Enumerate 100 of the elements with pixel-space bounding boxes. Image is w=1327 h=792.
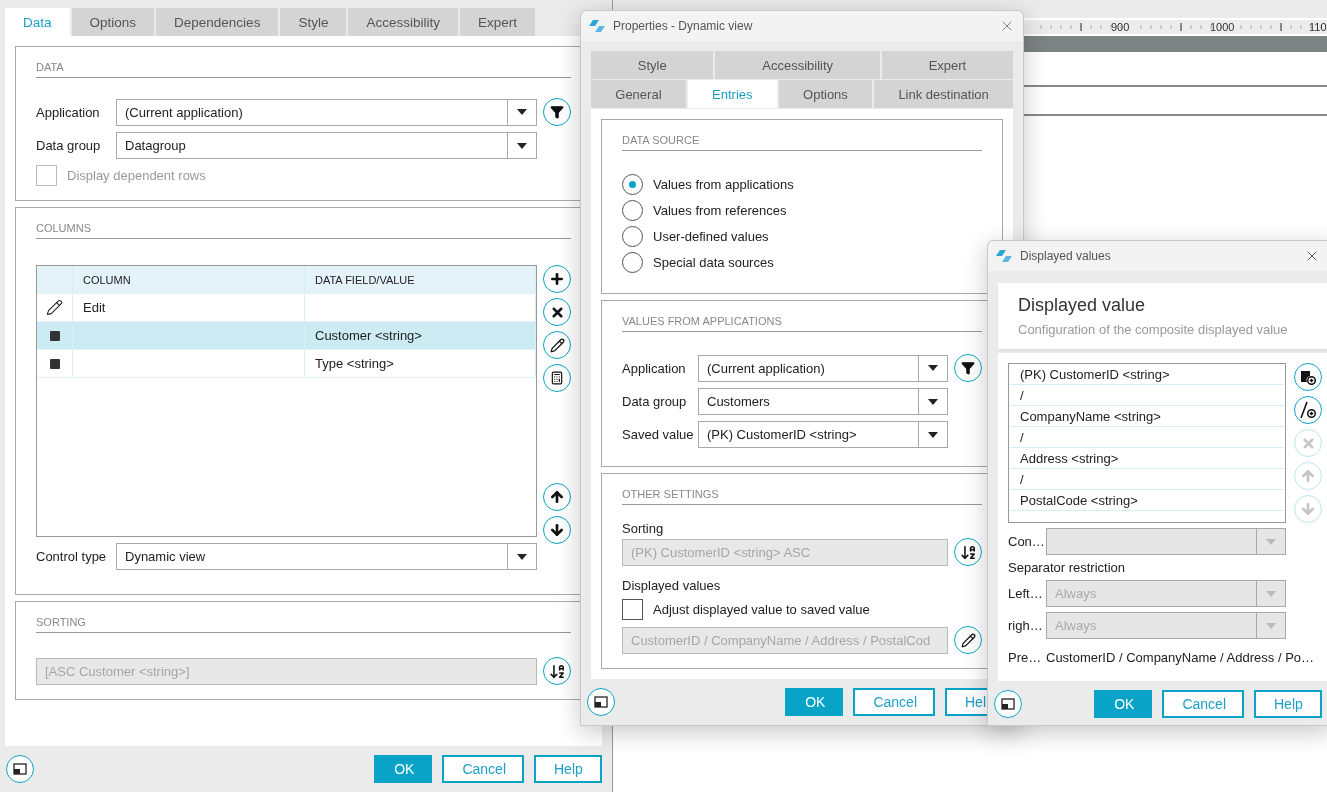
- window-title: Displayed values: [1020, 249, 1112, 263]
- sort-button[interactable]: [543, 657, 571, 685]
- tab[interactable]: Entries: [687, 80, 777, 108]
- tab[interactable]: Accessibility: [348, 8, 458, 36]
- pencil-icon: [549, 337, 565, 353]
- add-separator-icon: [1299, 401, 1317, 419]
- tab[interactable]: Expert: [459, 8, 535, 36]
- sort-az-icon: [959, 543, 977, 561]
- add-separator-button[interactable]: [1294, 396, 1322, 424]
- edit-button[interactable]: [954, 626, 982, 654]
- dropdown-caret-icon: [517, 553, 527, 560]
- dialog-button[interactable]: Help: [534, 755, 602, 783]
- pencil-icon: [960, 632, 976, 648]
- calculator-icon: [550, 371, 564, 385]
- edit-button[interactable]: [543, 331, 571, 359]
- field-label: Separator restriction: [1008, 560, 1127, 575]
- arrow-up-icon: [549, 489, 565, 505]
- layout-button[interactable]: [587, 688, 615, 716]
- application-select[interactable]: (Current application): [116, 98, 537, 126]
- data-group-select[interactable]: Datagroup: [116, 132, 537, 159]
- tab[interactable]: Style: [591, 51, 714, 79]
- window-title: Properties - Dynamic view: [613, 19, 754, 33]
- table-row[interactable]: Type <string>: [37, 350, 536, 378]
- tab[interactable]: Options: [778, 80, 873, 108]
- section-heading: SORTING: [36, 616, 571, 633]
- dialog-button[interactable]: Cancel: [853, 688, 935, 716]
- ruler-label: 110: [1309, 21, 1327, 33]
- radio-label: Special data sources: [653, 254, 774, 270]
- checkbox-label: Display dependent rows: [67, 168, 206, 183]
- value-select[interactable]: Customers: [698, 388, 948, 415]
- radio-button[interactable]: [622, 173, 643, 195]
- dropdown-caret-icon: [1266, 622, 1276, 629]
- dialog-button[interactable]: Help: [1254, 690, 1322, 718]
- ruler-label: 1000: [1210, 21, 1235, 33]
- field-label: righ…: [1008, 618, 1044, 633]
- dialog-button[interactable]: Cancel: [442, 755, 524, 783]
- filter-button[interactable]: [954, 354, 982, 382]
- plus-icon: [549, 271, 565, 287]
- tab[interactable]: Link destination: [874, 80, 1013, 108]
- field-label: Data group: [622, 394, 688, 409]
- filter-icon: [550, 105, 564, 119]
- field-label: Control type: [36, 549, 108, 564]
- move-up-button[interactable]: [543, 483, 571, 511]
- list-item[interactable]: CompanyName <string>: [1010, 406, 1284, 427]
- value-select[interactable]: (Current application): [698, 354, 948, 382]
- table-row[interactable]: Customer <string>: [37, 322, 536, 350]
- list-item[interactable]: /: [1010, 427, 1284, 448]
- window-icon: [594, 696, 608, 708]
- sort-button[interactable]: [954, 538, 982, 566]
- dropdown-caret-icon: [928, 365, 938, 371]
- dialog-heading: Displayed value: [1018, 295, 1147, 316]
- layout-button[interactable]: [6, 755, 34, 783]
- dropdown-caret-icon: [517, 142, 527, 149]
- section-heading: DATA: [36, 61, 571, 78]
- add-field-button[interactable]: [1294, 363, 1322, 391]
- tab[interactable]: Expert: [881, 51, 1013, 79]
- value-select[interactable]: (PK) CustomerID <string>: [698, 421, 948, 448]
- calculator-button[interactable]: [543, 364, 571, 392]
- table-row[interactable]: Edit: [37, 294, 536, 322]
- tab[interactable]: Data: [5, 8, 70, 36]
- list-item[interactable]: (PK) CustomerID <string>: [1010, 364, 1284, 385]
- tab[interactable]: Options: [71, 8, 155, 36]
- list-item[interactable]: /: [1010, 469, 1284, 490]
- square-icon: [49, 358, 60, 369]
- dropdown-caret-icon: [928, 398, 938, 405]
- window-icon: [13, 763, 27, 775]
- radio-button[interactable]: [622, 251, 643, 273]
- sort-az-icon: [548, 662, 566, 680]
- tab[interactable]: Style: [280, 8, 347, 36]
- ok-button[interactable]: OK: [1094, 690, 1153, 718]
- field-label: Application: [36, 104, 101, 120]
- tab[interactable]: General: [591, 80, 686, 108]
- list-item[interactable]: /: [1010, 385, 1284, 406]
- dropdown-caret-icon: [517, 109, 527, 115]
- filter-button[interactable]: [543, 98, 571, 126]
- delete-button[interactable]: [543, 298, 571, 326]
- table-cell: Type <string>: [305, 350, 536, 378]
- checkbox-label: Adjust displayed value to saved value: [653, 602, 870, 617]
- tab[interactable]: Dependencies: [156, 8, 279, 36]
- ok-button[interactable]: OK: [374, 755, 433, 783]
- filter-icon: [961, 361, 975, 375]
- list-item[interactable]: PostalCode <string>: [1010, 490, 1284, 511]
- radio-button[interactable]: [622, 199, 643, 221]
- radio-button[interactable]: [622, 225, 643, 247]
- list-item[interactable]: Address <string>: [1010, 448, 1284, 469]
- radio-label: User-defined values: [653, 228, 769, 244]
- move-down-button[interactable]: [543, 516, 571, 544]
- window-icon: [1001, 698, 1015, 710]
- dialog-button[interactable]: Cancel: [1162, 690, 1244, 718]
- app-logo-icon: [589, 19, 605, 33]
- tab[interactable]: Accessibility: [715, 51, 880, 79]
- add-button[interactable]: [543, 265, 571, 293]
- ok-button[interactable]: OK: [785, 688, 844, 716]
- preview-text: CustomerID / CompanyName / Address / Po…: [1046, 650, 1316, 665]
- square-icon: [49, 330, 60, 341]
- section-heading: DATA SOURCE: [622, 134, 982, 151]
- control-type-select[interactable]: Dynamic view: [116, 543, 537, 570]
- radio-label: Values from applications: [653, 176, 794, 192]
- layout-button[interactable]: [994, 690, 1022, 718]
- field-label: Con…: [1008, 534, 1046, 549]
